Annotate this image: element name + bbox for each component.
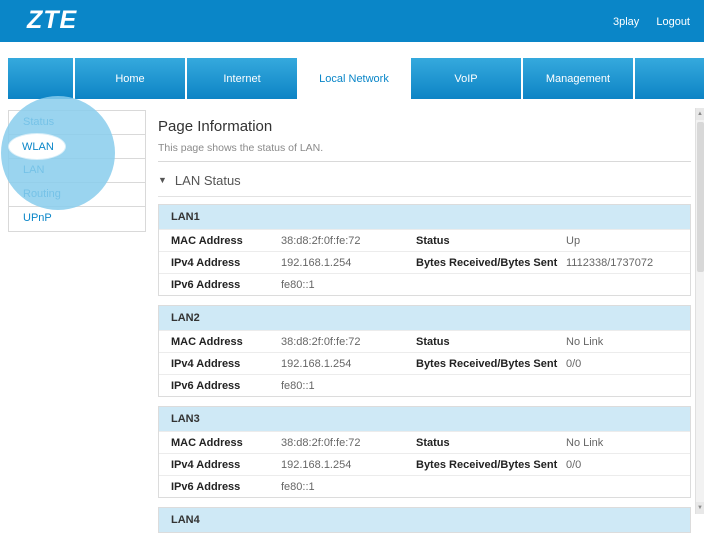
lan-status-section-toggle[interactable]: ▼ LAN Status bbox=[158, 172, 691, 188]
field-value: fe80::1 bbox=[281, 279, 416, 291]
field-value: fe80::1 bbox=[281, 380, 416, 392]
sidebar-item-status[interactable]: Status bbox=[9, 111, 145, 135]
divider bbox=[158, 196, 691, 197]
field-label: MAC Address bbox=[171, 235, 281, 247]
field-label: Status bbox=[416, 336, 566, 348]
field-label: MAC Address bbox=[171, 336, 281, 348]
table-row: IPv4 Address 192.168.1.254 Bytes Receive… bbox=[159, 453, 690, 475]
field-label: IPv4 Address bbox=[171, 459, 281, 471]
sidebar-item-wlan[interactable]: WLAN bbox=[9, 135, 145, 159]
scrollbar[interactable]: ▲ ▼ bbox=[695, 108, 704, 514]
table-row: IPv6 Address fe80::1 bbox=[159, 374, 690, 396]
field-label: Status bbox=[416, 235, 566, 247]
scroll-down-button[interactable]: ▼ bbox=[696, 502, 704, 514]
tab-management[interactable]: Management bbox=[523, 58, 633, 99]
sidebar-item-upnp[interactable]: UPnP bbox=[9, 207, 145, 231]
sidebar-item-lan[interactable]: LAN bbox=[9, 159, 145, 183]
field-label: MAC Address bbox=[171, 437, 281, 449]
field-value: 38:d8:2f:0f:fe:72 bbox=[281, 336, 416, 348]
account-link[interactable]: 3play bbox=[613, 16, 639, 28]
field-value: 38:d8:2f:0f:fe:72 bbox=[281, 437, 416, 449]
field-label: IPv4 Address bbox=[171, 358, 281, 370]
lan4-table: LAN4 bbox=[158, 507, 691, 533]
page-title: Page Information bbox=[158, 118, 691, 135]
field-label: IPv6 Address bbox=[171, 279, 281, 291]
field-value: 1112338/1737072 bbox=[566, 257, 690, 269]
lan1-table: LAN1 MAC Address 38:d8:2f:0f:fe:72 Statu… bbox=[158, 204, 691, 296]
scroll-up-button[interactable]: ▲ bbox=[696, 108, 704, 120]
table-row: IPv6 Address fe80::1 bbox=[159, 273, 690, 295]
sidebar-item-routing[interactable]: Routing bbox=[9, 183, 145, 207]
tab-spacer-right bbox=[635, 58, 704, 99]
top-bar: ZTE 3play Logout bbox=[0, 0, 704, 42]
field-value: Up bbox=[566, 235, 690, 247]
section-title: LAN Status bbox=[175, 173, 241, 188]
main-content: Page Information This page shows the sta… bbox=[158, 110, 691, 533]
lan1-header: LAN1 bbox=[159, 205, 690, 229]
field-value: fe80::1 bbox=[281, 481, 416, 493]
main-nav: Home Internet Local Network VoIP Managem… bbox=[0, 58, 704, 99]
top-links: 3play Logout bbox=[599, 16, 690, 28]
zte-logo: ZTE bbox=[27, 6, 77, 35]
table-row: IPv6 Address fe80::1 bbox=[159, 475, 690, 497]
table-row: IPv4 Address 192.168.1.254 Bytes Receive… bbox=[159, 352, 690, 374]
field-label: Status bbox=[416, 437, 566, 449]
collapse-triangle-icon: ▼ bbox=[158, 175, 167, 185]
field-value: No Link bbox=[566, 336, 690, 348]
field-value: 192.168.1.254 bbox=[281, 257, 416, 269]
field-label: IPv6 Address bbox=[171, 481, 281, 493]
field-label: Bytes Received/Bytes Sent bbox=[416, 257, 566, 269]
field-value: 192.168.1.254 bbox=[281, 459, 416, 471]
field-value: 38:d8:2f:0f:fe:72 bbox=[281, 235, 416, 247]
tab-internet[interactable]: Internet bbox=[187, 58, 297, 99]
lan2-header: LAN2 bbox=[159, 306, 690, 330]
lan4-header: LAN4 bbox=[159, 508, 690, 532]
field-value: 0/0 bbox=[566, 459, 690, 471]
table-row: MAC Address 38:d8:2f:0f:fe:72 Status No … bbox=[159, 330, 690, 352]
table-row: MAC Address 38:d8:2f:0f:fe:72 Status Up bbox=[159, 229, 690, 251]
field-value: 192.168.1.254 bbox=[281, 358, 416, 370]
table-row: IPv4 Address 192.168.1.254 Bytes Receive… bbox=[159, 251, 690, 273]
sidebar: Status WLAN LAN Routing UPnP bbox=[8, 110, 146, 232]
divider bbox=[158, 161, 691, 162]
lan3-table: LAN3 MAC Address 38:d8:2f:0f:fe:72 Statu… bbox=[158, 406, 691, 498]
tab-voip[interactable]: VoIP bbox=[411, 58, 521, 99]
table-row: MAC Address 38:d8:2f:0f:fe:72 Status No … bbox=[159, 431, 690, 453]
lan2-table: LAN2 MAC Address 38:d8:2f:0f:fe:72 Statu… bbox=[158, 305, 691, 397]
field-label: IPv4 Address bbox=[171, 257, 281, 269]
tab-home[interactable]: Home bbox=[75, 58, 185, 99]
lan3-header: LAN3 bbox=[159, 407, 690, 431]
scroll-thumb[interactable] bbox=[697, 122, 704, 272]
field-value: 0/0 bbox=[566, 358, 690, 370]
field-value: No Link bbox=[566, 437, 690, 449]
field-label: Bytes Received/Bytes Sent bbox=[416, 358, 566, 370]
field-label: IPv6 Address bbox=[171, 380, 281, 392]
tab-local-network[interactable]: Local Network bbox=[299, 58, 409, 99]
page-subtitle: This page shows the status of LAN. bbox=[158, 142, 691, 154]
tab-spacer-left bbox=[8, 58, 73, 99]
logout-link[interactable]: Logout bbox=[656, 16, 690, 28]
field-label: Bytes Received/Bytes Sent bbox=[416, 459, 566, 471]
